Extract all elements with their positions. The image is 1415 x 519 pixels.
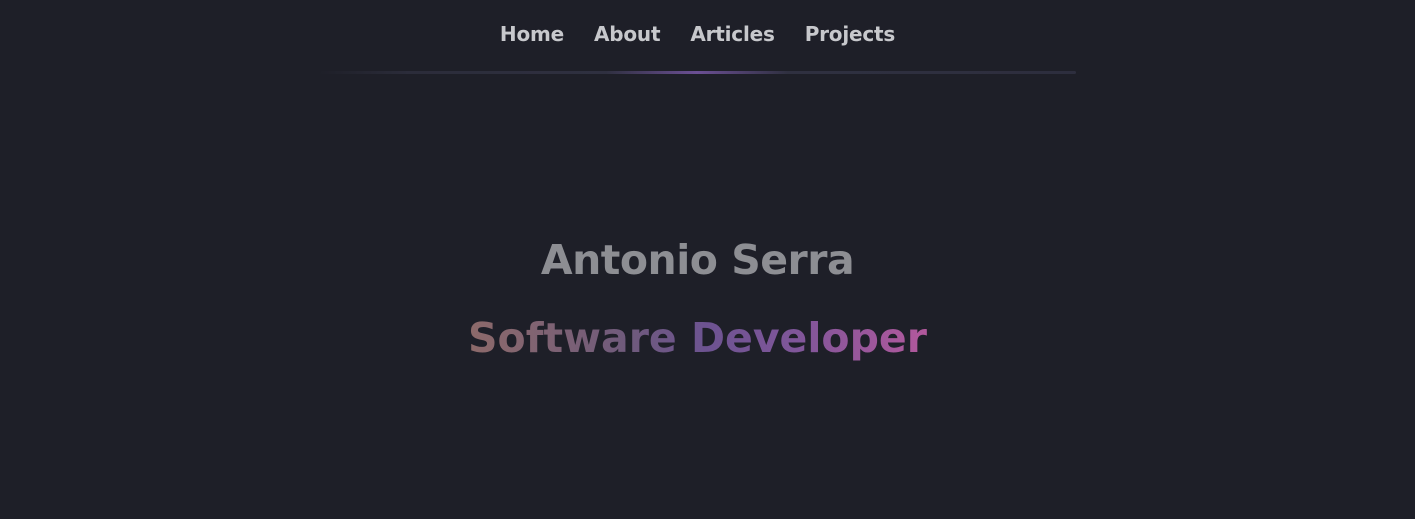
hero-section: Antonio Serra Software Developer: [0, 228, 1415, 364]
hero-name: Antonio Serra: [540, 236, 855, 284]
hero-role: Software Developer: [468, 314, 927, 362]
nav-home-link[interactable]: Home: [500, 22, 564, 46]
nav-divider: [318, 71, 1076, 74]
nav-list: Home About Articles Projects: [500, 22, 895, 46]
nav-articles-link[interactable]: Articles: [690, 22, 775, 46]
nav-about-link[interactable]: About: [594, 22, 661, 46]
main-nav: Home About Articles Projects: [0, 0, 1415, 70]
nav-projects-link[interactable]: Projects: [805, 22, 896, 46]
